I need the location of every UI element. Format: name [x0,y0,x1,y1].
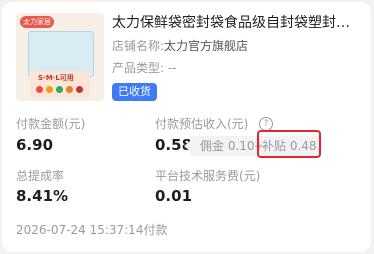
product-title[interactable]: 太力保鲜袋密封袋食品级自封袋塑封袋加… [112,14,360,32]
store-label: 店铺名称: [112,39,165,53]
product-thumbnail[interactable]: 太力家居 S·M·L可用 [16,13,104,101]
question-circle-icon[interactable]: ? [259,117,273,131]
commission-rate-label: 总提成率 [16,169,65,183]
commission-amount: 佣金 0.10 [200,139,255,153]
category-value: -- [167,61,177,75]
paid-amount-value: 6.90 [16,136,54,154]
platform-fee-value: 0.01 [155,187,193,205]
estimated-income-label: 付款预估收入(元) [155,117,249,131]
status-badge: 已收货 [112,83,157,101]
thumbnail-panel-text: S·M·L可用 [38,74,74,82]
paid-amount-label: 付款金额(元) [16,117,86,131]
payment-time: 2026-07-24 15:37:14付款 [16,223,168,237]
order-card[interactable]: 太力家居 S·M·L可用 太力保鲜袋密封袋食品级自封袋塑封袋加… 店铺名称:太力… [2,2,371,252]
subsidy-highlight-box [257,130,321,158]
thumbnail-info-panel: S·M·L可用 [30,71,90,97]
category-label: 产品类型: [112,61,165,75]
platform-fee-label: 平台技术服务费(元) [155,169,261,183]
thumbnail-color-dots [36,86,83,93]
store-name: 太力官方旗舰店 [164,39,249,53]
commission-rate-value: 8.41% [16,187,69,205]
thumbnail-brand-tag: 太力家居 [20,16,54,28]
category-row: 产品类型: -- [112,60,177,76]
store-row: 店铺名称:太力官方旗舰店 [112,38,248,54]
